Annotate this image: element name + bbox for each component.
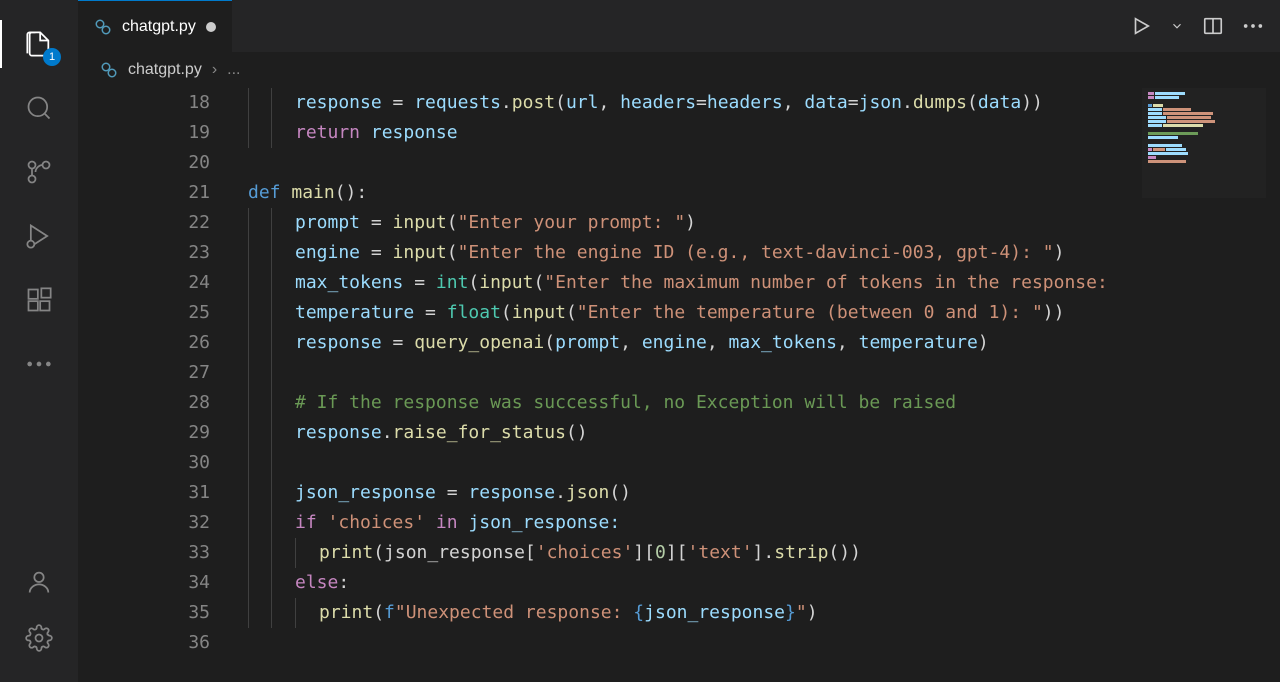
editor-main: chatgpt.py chatgpt.py › ... 18192 xyxy=(78,0,1280,682)
editor[interactable]: 18192021222324252627282930313233343536 r… xyxy=(78,88,1280,682)
source-control-icon[interactable] xyxy=(15,148,63,196)
tab-modified-indicator xyxy=(206,22,216,32)
explorer-icon[interactable]: 1 xyxy=(15,20,63,68)
minimap[interactable] xyxy=(1142,88,1266,682)
run-debug-icon[interactable] xyxy=(15,212,63,260)
explorer-badge: 1 xyxy=(43,48,61,66)
more-actions-icon[interactable] xyxy=(1242,22,1264,30)
settings-gear-icon[interactable] xyxy=(15,614,63,662)
line-number-gutter: 18192021222324252627282930313233343536 xyxy=(78,88,248,682)
breadcrumb[interactable]: chatgpt.py › ... xyxy=(78,52,1280,88)
run-button[interactable] xyxy=(1130,15,1152,37)
accounts-icon[interactable] xyxy=(15,558,63,606)
python-file-icon xyxy=(100,61,118,79)
extensions-icon[interactable] xyxy=(15,276,63,324)
run-dropdown-icon[interactable] xyxy=(1170,19,1184,33)
tab-chatgpt-py[interactable]: chatgpt.py xyxy=(78,0,232,52)
split-editor-icon[interactable] xyxy=(1202,15,1224,37)
overflow-icon[interactable] xyxy=(15,340,63,388)
tab-bar: chatgpt.py xyxy=(78,0,1280,52)
search-icon[interactable] xyxy=(15,84,63,132)
breadcrumb-more: ... xyxy=(227,61,240,79)
breadcrumb-file: chatgpt.py xyxy=(128,61,202,79)
editor-actions xyxy=(1130,0,1280,52)
code-area[interactable]: response = requests.post(url, headers=he… xyxy=(248,88,1280,682)
breadcrumb-separator: › xyxy=(212,61,217,79)
tab-label: chatgpt.py xyxy=(122,18,196,36)
python-file-icon xyxy=(94,18,112,36)
activity-bar: 1 xyxy=(0,0,78,682)
minimap-slider[interactable] xyxy=(1142,88,1266,198)
